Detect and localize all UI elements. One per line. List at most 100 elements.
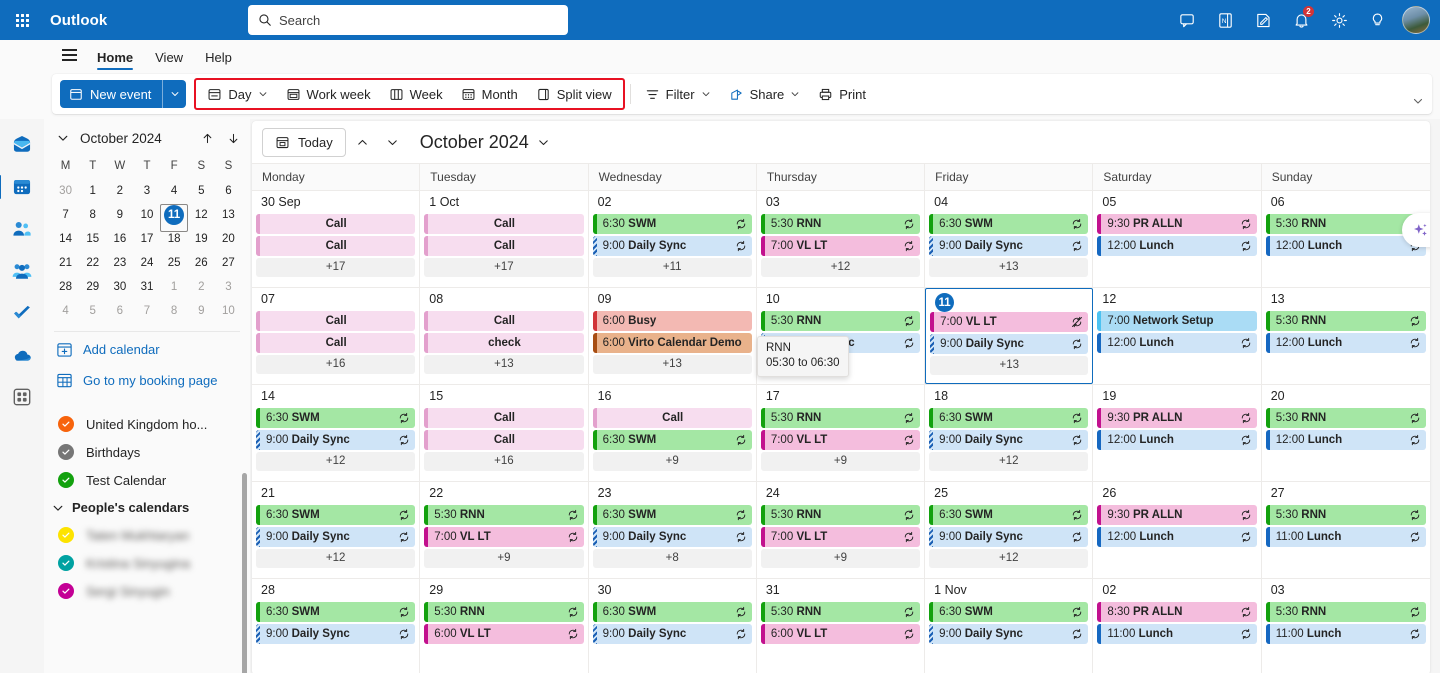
calendar-event-chip[interactable]: 7:00 VL LT: [760, 236, 921, 256]
calendar-day-cell[interactable]: 25 6:30 SWM 9:00 Daily Sync +12: [925, 482, 1094, 578]
mini-calendar-day[interactable]: 4: [52, 299, 79, 323]
mini-calendar-day[interactable]: 30: [106, 275, 133, 299]
mini-calendar-day[interactable]: 6: [106, 299, 133, 323]
mini-calendar-day[interactable]: 14: [52, 227, 79, 251]
calendar-event-chip[interactable]: 12:00 Lunch: [1097, 236, 1257, 256]
calendar-day-cell[interactable]: 07 Call Call +16: [252, 288, 421, 384]
more-events-link[interactable]: +17: [424, 258, 584, 277]
calendar-event-chip[interactable]: 7:00 VL LT: [760, 527, 921, 547]
more-events-link[interactable]: +13: [424, 355, 584, 374]
calendar-event-chip[interactable]: 7:00 VL LT: [930, 312, 1089, 332]
mini-calendar-day[interactable]: 20: [215, 227, 242, 251]
mini-calendar-day[interactable]: 9: [188, 299, 215, 323]
calendar-event-chip[interactable]: 5:30 RNN: [760, 214, 921, 234]
more-events-link[interactable]: +16: [256, 355, 416, 374]
calendar-event-chip[interactable]: 6:30 SWM: [592, 602, 752, 622]
mini-calendar-day[interactable]: 17: [133, 227, 160, 251]
mini-calendar-day[interactable]: 27: [215, 251, 242, 275]
mini-calendar-day[interactable]: 13: [215, 203, 242, 227]
peoples-calendars-group-header[interactable]: People's calendars: [44, 494, 250, 521]
calendar-event-chip[interactable]: Call: [424, 408, 584, 428]
view-split-button[interactable]: Split view: [527, 80, 621, 108]
mini-calendar-prev-button[interactable]: [196, 127, 218, 149]
mini-calendar-day[interactable]: 8: [79, 203, 106, 227]
menu-hamburger-button[interactable]: [52, 41, 86, 69]
mini-calendar-day[interactable]: 7: [52, 203, 79, 227]
mini-calendar-title[interactable]: October 2024: [78, 131, 192, 146]
rail-item-apps[interactable]: [3, 381, 41, 413]
calendar-day-cell[interactable]: 30 Sep Call Call +17: [252, 191, 421, 287]
settings-button[interactable]: [1322, 3, 1356, 37]
mini-calendar-day[interactable]: 28: [52, 275, 79, 299]
rail-item-onedrive[interactable]: [3, 339, 41, 371]
people-calendar-item[interactable]: Kristina Sinyugina: [44, 549, 250, 577]
more-events-link[interactable]: +12: [929, 452, 1089, 471]
mini-calendar-days-grid[interactable]: 30 1 2 3 4 5 6 7 8 9 10 11 12 13 14 15 16 17 18 19 20 21 22 23 2…: [44, 177, 250, 323]
calendar-event-chip[interactable]: 5:30 RNN: [760, 311, 921, 331]
calendar-event-chip[interactable]: 9:00 Daily Sync: [256, 430, 416, 450]
calendar-event-chip[interactable]: 9:00 Daily Sync: [256, 527, 416, 547]
calendar-day-cell[interactable]: 12 7:00 Network Setup 12:00 Lunch: [1093, 288, 1262, 384]
mini-calendar-day[interactable]: 5: [188, 179, 215, 203]
calendar-event-chip[interactable]: 9:00 Daily Sync: [592, 624, 752, 644]
calendar-day-cell[interactable]: 29 5:30 RNN 6:00 VL LT: [420, 579, 589, 673]
calendar-event-chip[interactable]: 6:30 SWM: [929, 602, 1089, 622]
calendar-event-chip[interactable]: 12:00 Lunch: [1265, 430, 1426, 450]
calendar-day-cell[interactable]: 08 Call check +13: [420, 288, 589, 384]
calendar-event-chip[interactable]: 7:00 VL LT: [424, 527, 584, 547]
calendar-event-chip[interactable]: 6:00 VL LT: [424, 624, 584, 644]
next-month-button[interactable]: [380, 129, 406, 155]
calendar-day-cell[interactable]: 1 Oct Call Call +17: [420, 191, 589, 287]
more-events-link[interactable]: +9: [760, 549, 921, 568]
calendar-event-chip[interactable]: 9:00 Daily Sync: [929, 624, 1089, 644]
calendar-event-chip[interactable]: 6:30 SWM: [256, 505, 416, 525]
calendar-event-chip[interactable]: 9:00 Daily Sync: [760, 333, 921, 353]
calendar-event-chip[interactable]: 11:00 Lunch: [1265, 527, 1426, 547]
calendar-event-chip[interactable]: 9:00 Daily Sync: [592, 236, 752, 256]
mini-calendar-day[interactable]: 21: [52, 251, 79, 275]
calendar-list-item[interactable]: Birthdays: [44, 438, 250, 466]
mini-calendar-day[interactable]: 11: [161, 203, 188, 227]
mini-calendar-day[interactable]: 18: [161, 227, 188, 251]
mini-calendar-collapse-button[interactable]: [52, 127, 74, 149]
calendar-checkbox[interactable]: [58, 555, 74, 571]
new-event-dropdown-button[interactable]: [162, 80, 187, 108]
calendar-event-chip[interactable]: Call: [424, 214, 584, 234]
today-button[interactable]: Today: [262, 127, 346, 157]
filter-button[interactable]: Filter: [636, 80, 720, 108]
calendar-event-chip[interactable]: 5:30 RNN: [1265, 408, 1426, 428]
copilot-button[interactable]: [1402, 213, 1430, 247]
notes-button[interactable]: [1246, 3, 1280, 37]
more-events-link[interactable]: +12: [256, 452, 416, 471]
more-events-link[interactable]: +13: [592, 355, 752, 374]
calendar-event-chip[interactable]: 6:00 Virto Calendar Demo: [592, 333, 752, 353]
calendar-event-chip[interactable]: 6:30 SWM: [592, 430, 752, 450]
calendar-event-chip[interactable]: 7:00 VL LT: [760, 430, 921, 450]
more-events-link[interactable]: +9: [424, 549, 584, 568]
print-button[interactable]: Print: [809, 80, 875, 108]
calendar-event-chip[interactable]: 6:30 SWM: [592, 214, 752, 234]
calendar-day-cell[interactable]: 19 9:30 PR ALLN 12:00 Lunch: [1093, 385, 1262, 481]
calendar-day-cell[interactable]: 31 5:30 RNN 6:00 VL LT: [757, 579, 926, 673]
calendar-day-cell[interactable]: 1 Nov 6:30 SWM 9:00 Daily Sync: [925, 579, 1094, 673]
calendar-checkbox[interactable]: [58, 472, 74, 488]
mini-calendar-day[interactable]: 25: [161, 251, 188, 275]
search-input[interactable]: Search: [248, 5, 568, 35]
rail-item-mail[interactable]: [3, 129, 41, 161]
calendar-event-chip[interactable]: 12:00 Lunch: [1265, 333, 1426, 353]
avatar[interactable]: [1402, 6, 1430, 34]
calendar-event-chip[interactable]: 5:30 RNN: [760, 602, 921, 622]
calendar-event-chip[interactable]: 9:00 Daily Sync: [930, 334, 1089, 354]
calendar-event-chip[interactable]: 6:30 SWM: [256, 602, 416, 622]
calendar-event-chip[interactable]: Call: [256, 311, 416, 331]
mini-calendar-next-button[interactable]: [222, 127, 244, 149]
calendar-event-chip[interactable]: 6:00 Busy: [592, 311, 752, 331]
mini-calendar-day[interactable]: 3: [215, 275, 242, 299]
calendar-event-chip[interactable]: 6:30 SWM: [929, 214, 1089, 234]
new-event-button[interactable]: New event: [60, 80, 163, 108]
tips-button[interactable]: [1360, 3, 1394, 37]
share-button[interactable]: Share: [720, 80, 810, 108]
calendar-checkbox[interactable]: [58, 416, 74, 432]
calendar-event-chip[interactable]: 6:30 SWM: [592, 505, 752, 525]
view-day-button[interactable]: Day: [198, 80, 276, 108]
